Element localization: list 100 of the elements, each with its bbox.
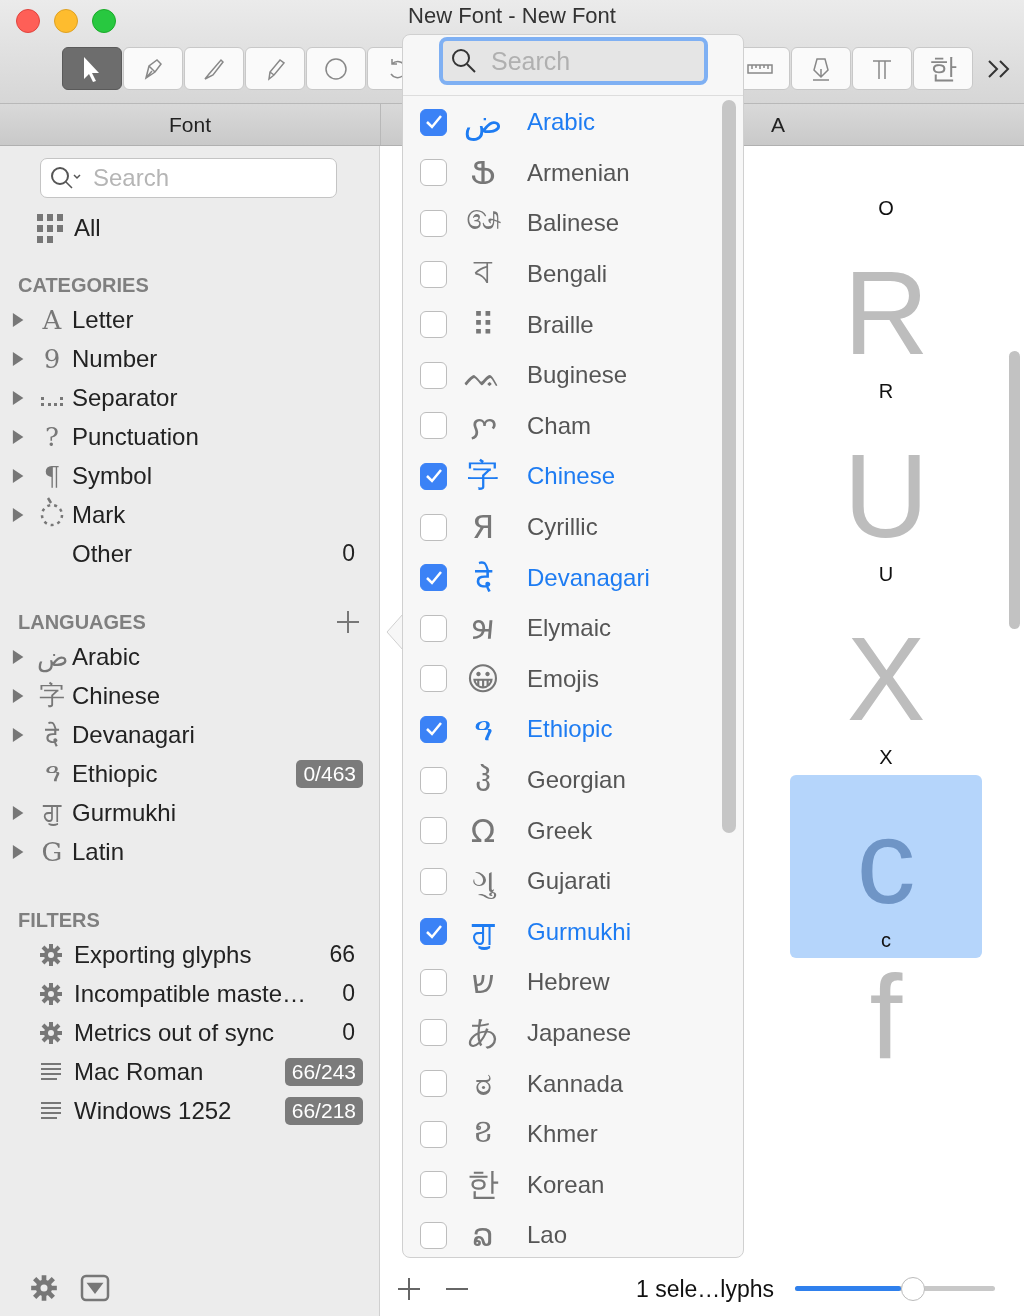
- zoom-slider[interactable]: [795, 1276, 995, 1302]
- script-name[interactable]: Buginese: [527, 361, 628, 390]
- scrollbar[interactable]: [722, 100, 736, 833]
- disclosure-triangle-icon[interactable]: [12, 428, 26, 445]
- checkbox[interactable]: [420, 462, 447, 490]
- sidebar-item[interactable]: Letter: [72, 305, 134, 334]
- sidebar-item[interactable]: All: [74, 214, 101, 242]
- sidebar-item[interactable]: Mac Roman: [74, 1057, 204, 1086]
- settings-icon[interactable]: [30, 1274, 58, 1302]
- checkbox[interactable]: [420, 614, 447, 642]
- add-icon[interactable]: [336, 610, 360, 634]
- checkbox[interactable]: [420, 260, 447, 288]
- checkbox[interactable]: [420, 968, 447, 996]
- disclosure-triangle-icon[interactable]: [12, 687, 26, 704]
- checkbox[interactable]: [420, 715, 447, 743]
- glyph-icon: 字: [36, 678, 68, 713]
- script-name[interactable]: Greek: [527, 816, 593, 845]
- checkbox[interactable]: [420, 108, 447, 136]
- glyph-cell[interactable]: O: [790, 146, 982, 226]
- sidebar-item[interactable]: Arabic: [72, 642, 141, 671]
- sidebar-item[interactable]: Devanagari: [72, 720, 195, 749]
- sidebar-item[interactable]: Gurmukhi: [72, 798, 177, 827]
- tool-button[interactable]: [62, 47, 122, 90]
- script-name[interactable]: Cham: [527, 411, 592, 440]
- script-name[interactable]: Armenian: [527, 158, 630, 187]
- disclosure-triangle-icon[interactable]: [12, 467, 26, 484]
- glyph-cell[interactable]: U U: [790, 409, 982, 592]
- remove-icon[interactable]: [446, 1287, 468, 1291]
- disclosure-triangle-icon[interactable]: [12, 506, 26, 523]
- checkbox[interactable]: [420, 665, 447, 693]
- script-name[interactable]: Arabic: [527, 108, 596, 137]
- script-name[interactable]: Lao: [527, 1221, 568, 1250]
- script-name[interactable]: Braille: [527, 310, 594, 339]
- script-name[interactable]: Hebrew: [527, 968, 610, 997]
- scrollbar[interactable]: [1009, 351, 1020, 629]
- script-name[interactable]: Chinese: [527, 462, 616, 491]
- disclosure-triangle-icon[interactable]: [12, 804, 26, 821]
- sidebar-item[interactable]: Separator: [72, 383, 178, 412]
- checkbox[interactable]: [420, 918, 447, 946]
- disclosure-triangle-icon[interactable]: [12, 311, 26, 328]
- sidebar-item[interactable]: Symbol: [72, 461, 153, 490]
- gear-icon: [39, 1020, 63, 1045]
- script-name[interactable]: Cyrillic: [527, 513, 598, 542]
- script-name[interactable]: Bengali: [527, 260, 608, 289]
- glyph-cell[interactable]: c c: [790, 775, 982, 958]
- add-icon[interactable]: [398, 1278, 420, 1300]
- script-name[interactable]: Georgian: [527, 766, 626, 794]
- slider-thumb[interactable]: [901, 1277, 925, 1301]
- script-name[interactable]: Japanese: [527, 1019, 632, 1047]
- checkbox[interactable]: [420, 1070, 447, 1098]
- dropdown-icon[interactable]: [80, 1274, 110, 1302]
- checkbox[interactable]: [420, 867, 447, 895]
- disclosure-triangle-icon[interactable]: [12, 726, 26, 743]
- script-name[interactable]: Devanagari: [527, 563, 650, 592]
- script-name[interactable]: Gurmukhi: [527, 917, 632, 946]
- script-name[interactable]: Elymaic: [527, 614, 611, 643]
- sidebar-item[interactable]: Punctuation: [72, 422, 199, 451]
- sidebar-item[interactable]: Number: [72, 344, 158, 373]
- disclosure-triangle-icon[interactable]: [12, 389, 26, 406]
- script-glyph: あ: [465, 1012, 501, 1053]
- script-name[interactable]: Korean: [527, 1170, 605, 1199]
- sidebar-item[interactable]: Exporting glyphs: [74, 940, 252, 969]
- glyph-cell[interactable]: X X: [790, 592, 982, 775]
- sidebar-item[interactable]: Metrics out of sync: [74, 1018, 275, 1047]
- script-name[interactable]: Ethiopic: [527, 715, 613, 744]
- disclosure-triangle-icon[interactable]: [12, 648, 26, 665]
- checkbox[interactable]: [420, 1019, 447, 1047]
- script-glyph: ⠿: [470, 305, 496, 344]
- sidebar-item[interactable]: Ethiopic: [72, 759, 158, 788]
- disclosure-triangle-icon[interactable]: [12, 843, 26, 860]
- script-name[interactable]: Khmer: [527, 1120, 598, 1149]
- chevrons-icon[interactable]: [986, 58, 1012, 80]
- sidebar-item[interactable]: Incompatible maste…: [74, 979, 307, 1008]
- search-field[interactable]: Search: [40, 158, 337, 198]
- script-name[interactable]: Emojis: [527, 664, 599, 693]
- checkbox[interactable]: [420, 311, 447, 339]
- checkbox[interactable]: [420, 361, 447, 389]
- checkbox[interactable]: [420, 766, 447, 794]
- checkbox[interactable]: [420, 412, 447, 440]
- minimize-button[interactable]: [54, 9, 78, 33]
- zoom-button[interactable]: [92, 9, 116, 33]
- checkbox[interactable]: [420, 210, 447, 237]
- sidebar-item[interactable]: Latin: [72, 837, 125, 866]
- script-name[interactable]: Balinese: [527, 209, 620, 238]
- glyph-cell[interactable]: R R: [790, 226, 982, 409]
- checkbox[interactable]: [420, 564, 447, 592]
- checkbox[interactable]: [420, 1171, 447, 1199]
- disclosure-triangle-icon[interactable]: [12, 350, 26, 367]
- script-name[interactable]: Gujarati: [527, 867, 612, 896]
- checkbox[interactable]: [420, 817, 447, 845]
- script-name[interactable]: Kannada: [527, 1069, 624, 1098]
- sidebar-item[interactable]: Chinese: [72, 681, 161, 710]
- close-button[interactable]: [16, 9, 40, 33]
- checkbox[interactable]: [420, 159, 447, 187]
- checkbox[interactable]: [420, 1120, 447, 1148]
- sidebar-item[interactable]: Windows 1252: [74, 1096, 232, 1125]
- sidebar-item[interactable]: Mark: [72, 500, 126, 529]
- checkbox[interactable]: [420, 1221, 447, 1249]
- sidebar-item[interactable]: Other: [72, 539, 133, 568]
- checkbox[interactable]: [420, 513, 447, 541]
